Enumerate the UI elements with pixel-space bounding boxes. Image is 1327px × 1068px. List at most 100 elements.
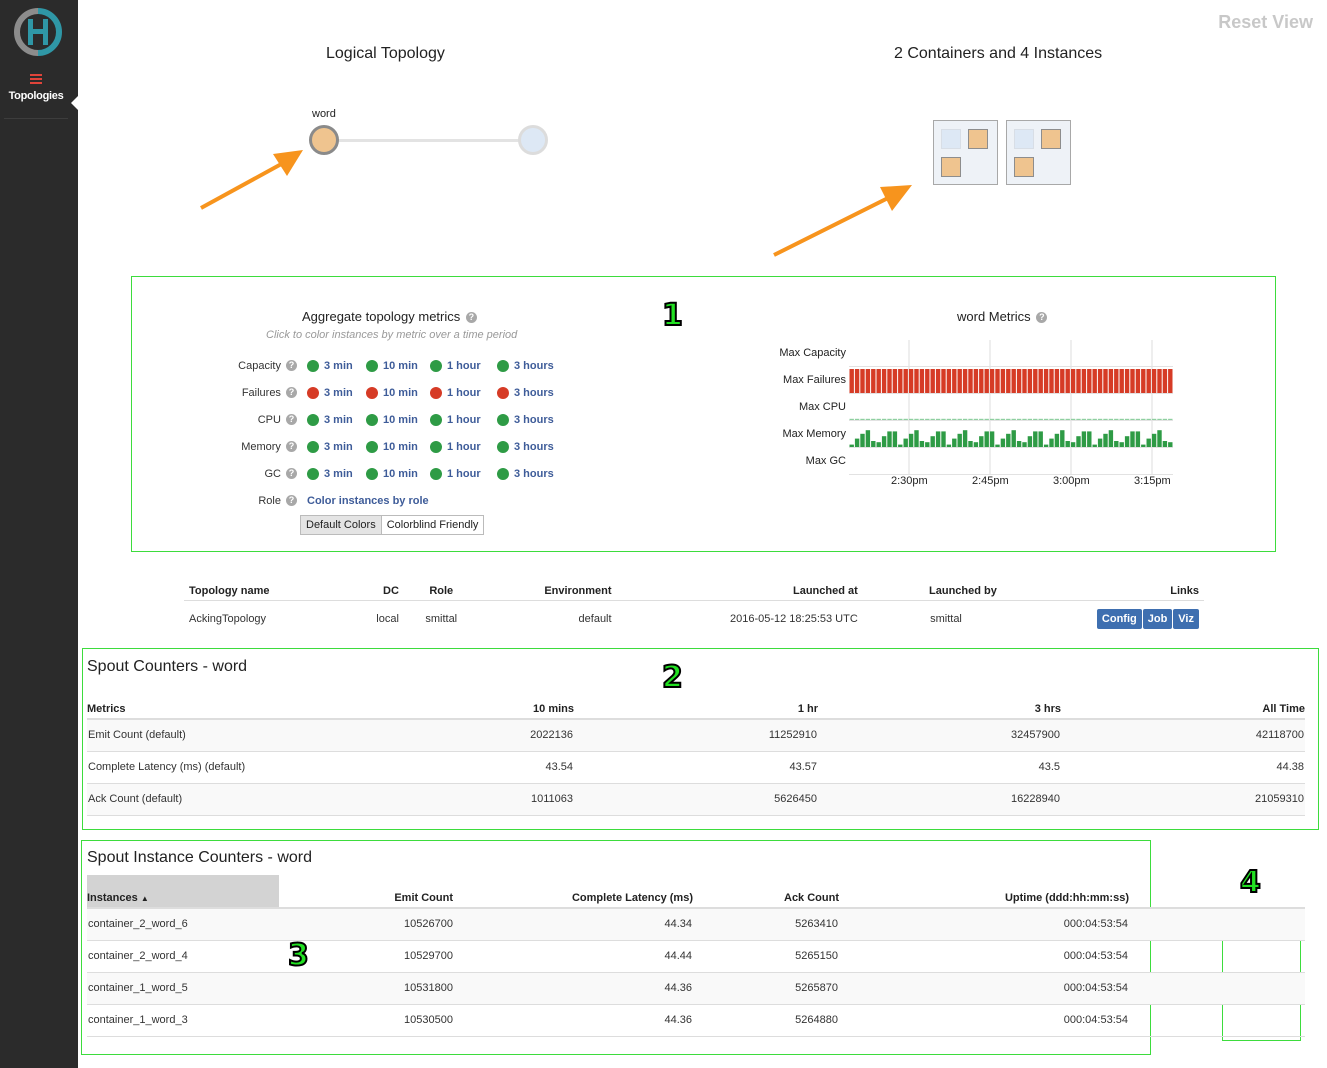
metric-period-option[interactable]: 3 min xyxy=(307,387,356,399)
metric-period-option[interactable]: 3 hours xyxy=(497,441,557,453)
column-header[interactable]: Uptime (ddd:hh:mm:ss) xyxy=(839,875,1129,909)
table-row[interactable]: container_2_word_4 10529700 44.44 5265150 00… xyxy=(87,940,1305,973)
chart-bar xyxy=(849,444,854,447)
sidebar-item-topologies[interactable]: Topologies xyxy=(0,74,72,102)
table-row[interactable]: container_1_word_5 10531800 44.36 5265870 00… xyxy=(87,972,1305,1005)
column-header: All Time xyxy=(1061,700,1305,720)
metric-period-option[interactable]: 10 min xyxy=(366,468,420,480)
help-icon[interactable]: ? xyxy=(1036,312,1048,323)
metric-period-option[interactable]: 1 hour xyxy=(430,360,487,372)
column-header[interactable]: Complete Latency (ms) xyxy=(453,875,693,909)
help-icon[interactable]: ? xyxy=(465,312,477,323)
chart-bar xyxy=(1049,418,1054,420)
metric-period-option[interactable]: 3 hours xyxy=(497,468,557,480)
status-dot-icon xyxy=(307,468,319,480)
metric-period-option[interactable]: 3 min xyxy=(307,441,356,453)
color-by-role-link[interactable]: Color instances by role xyxy=(307,495,429,507)
reset-view-button[interactable]: Reset View xyxy=(1218,12,1313,33)
chart-bar xyxy=(962,369,968,393)
table-row[interactable]: container_2_word_6 10526700 44.34 5263410 00… xyxy=(87,908,1305,941)
status-dot-icon xyxy=(430,360,442,372)
help-icon[interactable]: ? xyxy=(286,360,297,371)
chart-bar xyxy=(1168,418,1173,420)
x-tick-label: 3:15pm xyxy=(1134,475,1171,487)
chart-bar xyxy=(1000,418,1006,420)
period-label: 3 hours xyxy=(514,414,554,426)
metric-period-option[interactable]: 3 hours xyxy=(497,414,557,426)
metric-period-option[interactable]: 1 hour xyxy=(430,414,487,426)
metric-label: CPU ? xyxy=(200,414,297,426)
metric-value: 43.5 xyxy=(818,751,1061,784)
instance-value: 000:04:53:54 xyxy=(839,908,1129,941)
metric-period-option[interactable]: 3 min xyxy=(307,414,356,426)
column-header-empty xyxy=(1129,875,1305,909)
chart-bar xyxy=(984,418,989,420)
column-header[interactable]: Emit Count xyxy=(279,875,453,909)
metric-period-option[interactable]: 10 min xyxy=(366,360,420,372)
chart-bar xyxy=(908,433,914,447)
instance-box[interactable] xyxy=(968,129,988,149)
chart-bar xyxy=(1141,444,1146,447)
metric-label-text: Failures xyxy=(241,387,281,399)
chart-bar xyxy=(957,369,962,393)
chart-bar xyxy=(1027,436,1033,447)
help-icon[interactable]: ? xyxy=(286,414,297,425)
metric-value: 11252910 xyxy=(574,719,818,752)
metric-period-option[interactable]: 3 min xyxy=(307,468,356,480)
table-row[interactable]: container_1_word_3 10530500 44.36 5264880 00… xyxy=(87,1004,1305,1037)
chart-bar xyxy=(1103,369,1108,393)
table-row: Ack Count (default) 1011063 5626450 1622894… xyxy=(87,783,1305,816)
topology-node-bolt[interactable] xyxy=(518,125,548,155)
chart-bar xyxy=(1092,369,1097,393)
metric-period-option[interactable]: 10 min xyxy=(366,441,420,453)
metric-period-option[interactable]: 10 min xyxy=(366,414,420,426)
word-metrics-chart[interactable] xyxy=(849,340,1174,490)
instance-box[interactable] xyxy=(1014,157,1034,177)
default-colors-button[interactable]: Default Colors xyxy=(300,515,382,535)
period-label: 3 hours xyxy=(514,360,554,372)
instance-box[interactable] xyxy=(1041,129,1061,149)
viz-link-button[interactable]: Viz xyxy=(1173,609,1199,629)
status-dot-icon xyxy=(366,360,378,372)
instance-box[interactable] xyxy=(941,129,961,149)
chart-bar xyxy=(881,369,887,393)
help-icon[interactable]: ? xyxy=(286,387,297,398)
metric-period-option[interactable]: 3 hours xyxy=(497,387,557,399)
column-header[interactable]: Ack Count xyxy=(693,875,839,909)
metric-period-option[interactable]: 1 hour xyxy=(430,441,487,453)
colorblind-friendly-button[interactable]: Colorblind Friendly xyxy=(381,515,485,535)
table-row: Emit Count (default) 2022136 11252910 32457… xyxy=(87,719,1305,752)
metric-period-option[interactable]: 1 hour xyxy=(430,468,487,480)
chart-bar xyxy=(935,431,941,447)
period-label: 3 min xyxy=(324,414,353,426)
period-label: 10 min xyxy=(383,387,418,399)
heron-logo-icon[interactable] xyxy=(13,7,63,57)
chart-row-label: Max Capacity xyxy=(779,347,846,359)
metric-period-option[interactable]: 10 min xyxy=(366,387,420,399)
help-icon[interactable]: ? xyxy=(286,441,297,452)
chart-bar xyxy=(962,430,968,447)
column-header-instances[interactable]: Instances ▲ xyxy=(87,875,279,909)
instance-box[interactable] xyxy=(941,157,961,177)
annotation-number-2: 2 xyxy=(661,659,684,696)
period-label: 1 hour xyxy=(447,414,481,426)
chart-bar xyxy=(1060,418,1065,420)
period-label: 1 hour xyxy=(447,387,481,399)
chart-bar xyxy=(1054,369,1060,393)
instance-box[interactable] xyxy=(1014,129,1034,149)
status-dot-icon xyxy=(307,387,319,399)
empty-cell xyxy=(1129,908,1305,941)
chart-bar xyxy=(941,418,946,420)
metric-period-option[interactable]: 3 hours xyxy=(497,360,557,372)
job-link-button[interactable]: Job xyxy=(1142,609,1173,629)
metric-row-memory: Memory ? 3 min 10 min 1 hour 3 hours xyxy=(200,438,557,456)
help-icon[interactable]: ? xyxy=(286,468,297,479)
config-link-button[interactable]: Config xyxy=(1096,609,1142,629)
chart-bar xyxy=(968,369,973,393)
help-icon[interactable]: ? xyxy=(286,495,297,506)
status-dot-icon xyxy=(307,414,319,426)
metric-period-option[interactable]: 3 min xyxy=(307,360,356,372)
metric-name: Emit Count (default) xyxy=(87,719,387,752)
metric-period-option[interactable]: 1 hour xyxy=(430,387,487,399)
chart-bar xyxy=(979,436,984,447)
